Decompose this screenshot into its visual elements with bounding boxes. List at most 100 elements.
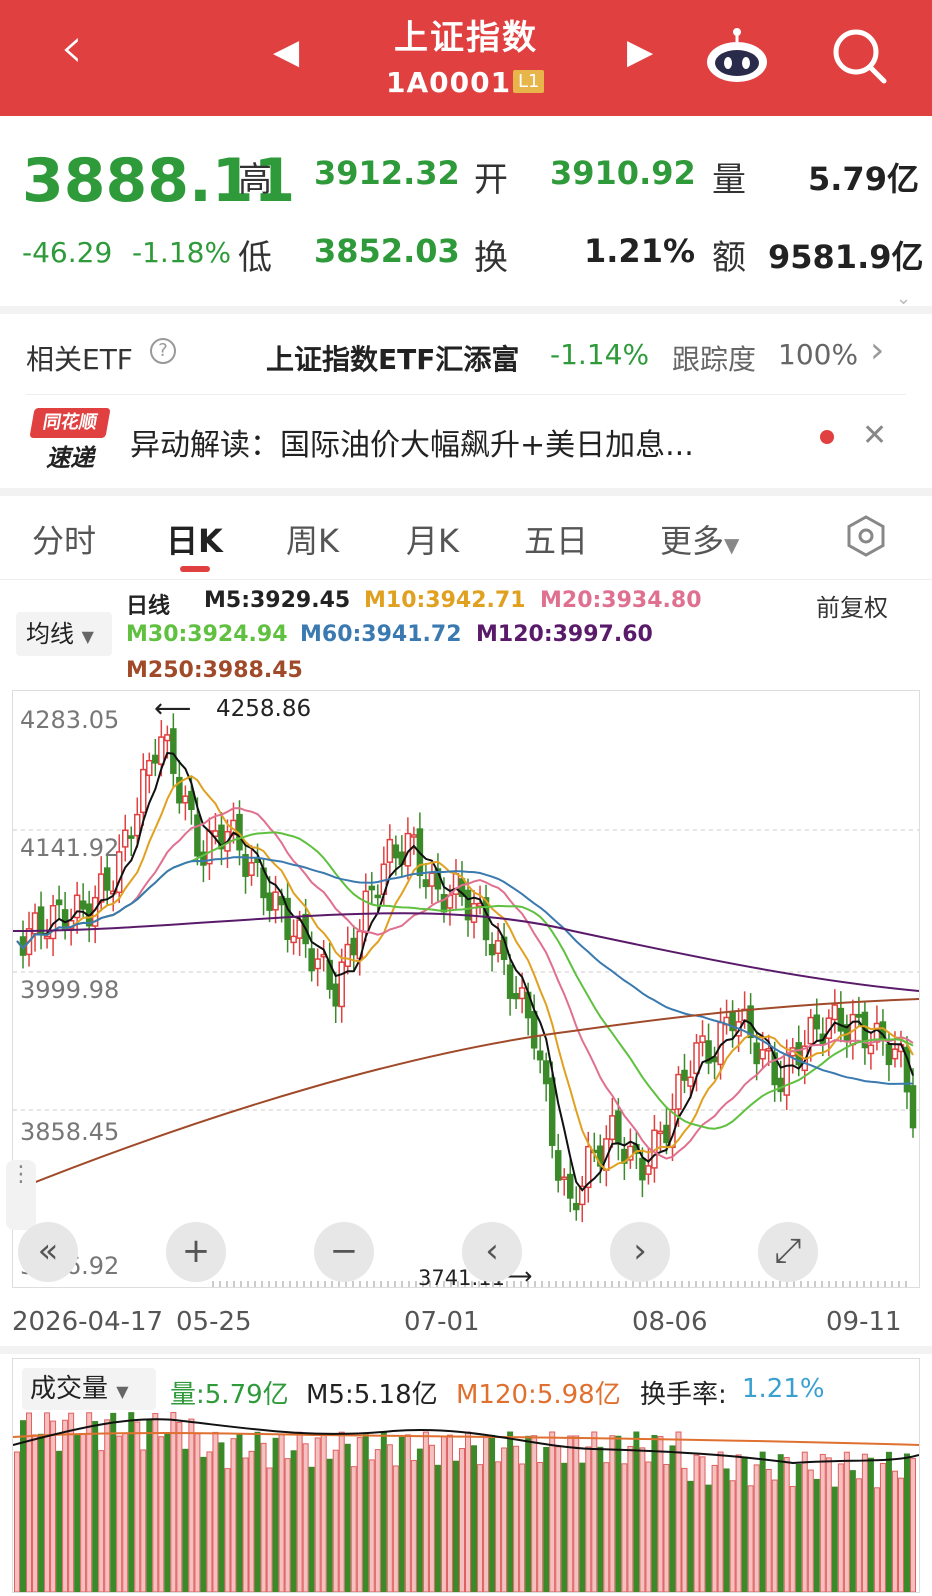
candle bbox=[97, 873, 105, 903]
ma10-value: M10:3942.71 bbox=[364, 588, 526, 613]
candle bbox=[753, 1042, 760, 1065]
open-value: 3910.92 bbox=[550, 154, 696, 192]
tab-five-day[interactable]: 五日 bbox=[524, 516, 588, 562]
period-tabs: 分时 日K 周K 月K 五日 更多▼ bbox=[0, 500, 932, 580]
tab-monthly-k[interactable]: 月K bbox=[406, 516, 459, 562]
divider bbox=[0, 1346, 932, 1354]
more-vertical-icon[interactable]: ⋮ bbox=[6, 1160, 36, 1230]
zoom-out-button[interactable]: − bbox=[314, 1222, 374, 1282]
chevron-right-icon: › bbox=[870, 330, 885, 371]
news-logo: 同花顺 速递 bbox=[29, 408, 111, 472]
x-tick-label: 05-25 bbox=[176, 1307, 252, 1337]
active-tab-indicator bbox=[180, 566, 210, 572]
volume-bar bbox=[501, 1447, 508, 1593]
collapse-icon[interactable]: « bbox=[18, 1222, 78, 1282]
help-icon[interactable]: ? bbox=[150, 338, 176, 364]
ma-select[interactable]: 均线 ▼ bbox=[16, 612, 112, 656]
volume-bar bbox=[903, 1453, 910, 1593]
candle bbox=[542, 1060, 550, 1085]
tab-daily-k[interactable]: 日K bbox=[166, 516, 223, 562]
volume-bar bbox=[116, 1435, 123, 1593]
robot-icon[interactable] bbox=[704, 26, 770, 84]
tab-weekly-k[interactable]: 周K bbox=[286, 516, 339, 562]
volume-bar bbox=[428, 1444, 435, 1593]
open-label: 开 bbox=[474, 160, 508, 200]
volume-bar bbox=[651, 1434, 658, 1593]
volume-bar bbox=[236, 1433, 243, 1593]
volume-bar bbox=[759, 1451, 766, 1593]
volume-bar bbox=[350, 1466, 357, 1593]
candle bbox=[663, 1124, 670, 1144]
chevron-down-icon: ▼ bbox=[116, 1382, 129, 1401]
candle bbox=[362, 890, 370, 933]
ma250-line bbox=[12, 998, 920, 1192]
volume-bar bbox=[134, 1421, 141, 1593]
volume-bar bbox=[92, 1421, 99, 1593]
volume-bar bbox=[783, 1457, 790, 1593]
volume-ma120: M120:5.98亿 bbox=[456, 1380, 621, 1410]
candle bbox=[308, 948, 315, 972]
volume-bar bbox=[176, 1421, 183, 1593]
volume-bar bbox=[483, 1436, 490, 1593]
indicator-select[interactable]: 成交量 ▼ bbox=[22, 1368, 156, 1410]
search-icon[interactable] bbox=[830, 26, 888, 86]
pan-right-button[interactable]: › bbox=[610, 1222, 670, 1282]
volume-bar bbox=[128, 1412, 135, 1593]
volume-ma5: M5:5.18亿 bbox=[306, 1380, 438, 1410]
candle bbox=[152, 754, 159, 764]
adjust-mode[interactable]: 前复权 bbox=[816, 588, 888, 623]
volume-bar bbox=[392, 1465, 399, 1593]
volume-bar bbox=[416, 1448, 423, 1593]
volume-bar bbox=[272, 1437, 279, 1593]
kline-chart[interactable] bbox=[12, 690, 920, 1288]
volume-bar bbox=[867, 1457, 874, 1593]
volume-bar bbox=[248, 1450, 255, 1593]
candle bbox=[128, 835, 135, 839]
candle bbox=[43, 935, 51, 940]
related-etf-row[interactable]: 相关ETF ? 上证指数ETF汇添富 -1.14% 跟踪度 100% › bbox=[0, 314, 932, 394]
candle bbox=[909, 1085, 917, 1129]
volume-bar bbox=[374, 1449, 381, 1593]
top-bar: ‹ ◀ 上证指数 1A0001 L1 ▶ bbox=[0, 0, 932, 116]
volume-bar bbox=[753, 1464, 760, 1593]
fit-screen-button[interactable]: ⤢ bbox=[758, 1222, 818, 1282]
candle bbox=[140, 768, 147, 814]
tab-intraday[interactable]: 分时 bbox=[32, 516, 96, 562]
tab-more[interactable]: 更多▼ bbox=[660, 516, 739, 562]
news-row[interactable]: 同花顺 速递 异动解读：国际油价大幅飙升+美日加息... ✕ bbox=[0, 398, 932, 488]
volume-bar bbox=[260, 1442, 267, 1593]
y-tick-label: 4141.92 bbox=[20, 834, 120, 862]
ma-line bbox=[16, 774, 914, 1172]
settings-icon[interactable] bbox=[844, 514, 888, 558]
volume-bar bbox=[471, 1445, 478, 1593]
close-icon[interactable]: ✕ bbox=[862, 418, 887, 453]
candle bbox=[855, 1013, 863, 1018]
news-logo-bottom: 速递 bbox=[46, 444, 94, 472]
volume-bar bbox=[344, 1443, 351, 1593]
volume-bar bbox=[224, 1468, 231, 1593]
x-tick-label: 2026-04-17 bbox=[12, 1307, 164, 1337]
y-tick-label: 4283.05 bbox=[20, 706, 120, 734]
quote-panel: 3888.11 -46.29 -1.18% 高 3912.32 开 3910.9… bbox=[0, 116, 932, 309]
volume-bar bbox=[278, 1433, 285, 1593]
volume-bar bbox=[555, 1446, 562, 1593]
volume-bar bbox=[188, 1418, 195, 1593]
volume-bar bbox=[789, 1485, 796, 1593]
turnover-label: 换 bbox=[474, 238, 508, 278]
volume-bar bbox=[537, 1461, 544, 1593]
volume-bar bbox=[218, 1442, 225, 1593]
volume-bar bbox=[639, 1447, 646, 1593]
volume-bar bbox=[368, 1459, 375, 1593]
candle bbox=[55, 899, 63, 906]
next-stock-icon[interactable]: ▶ bbox=[627, 32, 653, 72]
pan-left-button[interactable]: ‹ bbox=[462, 1222, 522, 1282]
volume-bar bbox=[146, 1418, 153, 1593]
candle bbox=[548, 1077, 556, 1146]
candle bbox=[867, 1044, 875, 1055]
zoom-in-button[interactable]: + bbox=[166, 1222, 226, 1282]
etf-name: 上证指数ETF汇添富 bbox=[266, 343, 520, 376]
kline-canvas[interactable] bbox=[12, 691, 920, 1287]
candle bbox=[428, 872, 436, 887]
stock-code: 1A0001 bbox=[386, 66, 512, 99]
volume-bar bbox=[140, 1449, 147, 1593]
